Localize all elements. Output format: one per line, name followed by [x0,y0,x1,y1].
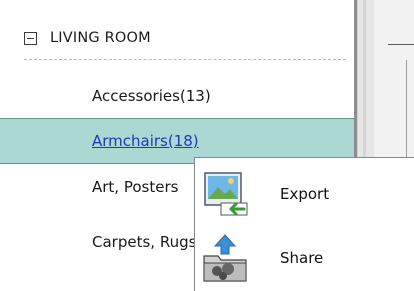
category-divider [24,59,346,60]
tree-category-living-room[interactable]: LIVING ROOM [24,27,344,49]
tree-item-label: Armchairs(18) [92,132,199,150]
collapse-icon[interactable] [24,31,37,45]
tree-item-label: Art, Posters [92,178,179,196]
menu-item-label: Share [280,249,324,267]
share-folder-icon [203,234,247,282]
export-image-icon [204,172,248,216]
panel-rule [388,44,414,45]
tree-item-accessories[interactable]: Accessories(13) [0,73,354,119]
tree-item-label: Carpets, Rugs [92,233,197,251]
category-label: LIVING ROOM [50,30,151,46]
menu-item-export[interactable]: Export [195,164,414,224]
tree-item-label: Accessories(13) [92,87,211,105]
context-menu: Export Share [194,157,414,291]
menu-item-label: Export [280,185,330,203]
menu-item-share[interactable]: Share [195,228,414,288]
